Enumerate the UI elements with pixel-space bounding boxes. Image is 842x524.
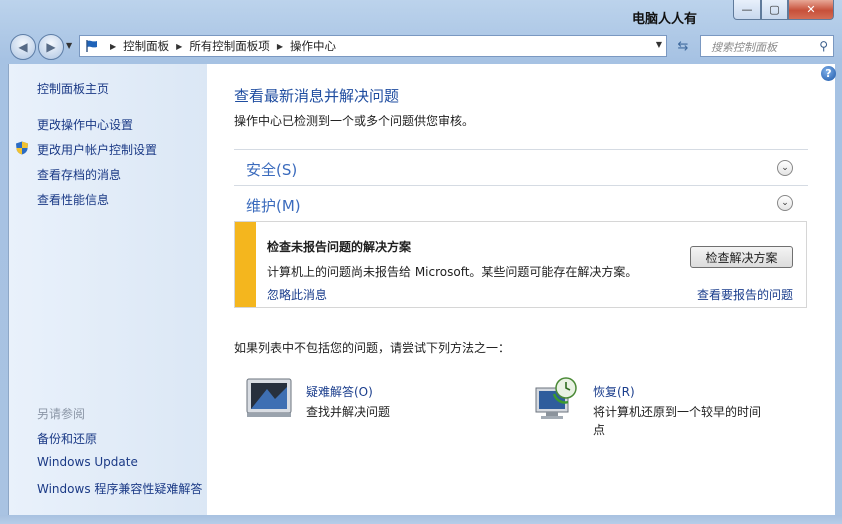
sidebar-item-home[interactable]: 控制面板主页	[37, 80, 109, 97]
sidebar-item-windows-update[interactable]: Windows Update	[37, 455, 138, 469]
troubleshooting-desc: 查找并解决问题	[306, 405, 391, 419]
view-problems-link[interactable]: 查看要报告的问题	[697, 286, 793, 303]
sidebar: 控制面板主页 更改操作中心设置 更改用户帐户控制设置 查看存档的消息 查看性能信…	[8, 64, 208, 515]
main-content: ? 查看最新消息并解决问题 操作中心已检测到一个或多个问题供您审核。 安全(S)…	[207, 64, 836, 515]
section-security[interactable]: 安全(S)	[246, 159, 297, 180]
maximize-button[interactable]: ▢	[761, 0, 788, 20]
breadcrumb-separator[interactable]: ▶	[277, 42, 283, 51]
section-maintenance[interactable]: 维护(M)	[246, 195, 301, 216]
chevron-down-icon: ⌄	[781, 198, 789, 208]
page-subtitle: 操作中心已检测到一个或多个问题供您审核。	[234, 114, 475, 128]
alert-message: 计算机上的问题尚未报告给 Microsoft。某些问题可能存在解决方案。	[267, 265, 638, 279]
page-title: 查看最新消息并解决问题	[234, 87, 400, 105]
forward-arrow-icon: ▶	[46, 40, 56, 54]
navigation-bar: ◀ ▶ ▼ ▶ 控制面板 ▶ 所有控制面板项 ▶ 操作中心 ▼ ⇆ ⚲	[0, 30, 842, 62]
forward-button[interactable]: ▶	[38, 34, 64, 60]
recovery-link[interactable]: 恢复(R)	[593, 383, 635, 400]
uac-shield-icon	[16, 141, 28, 155]
title-bar: 电脑人人有 — ▢ ✕	[0, 0, 842, 30]
check-solutions-button[interactable]: 检查解决方案	[690, 246, 793, 268]
recovery-desc: 将计算机还原到一个较早的时间点	[593, 405, 762, 437]
minimize-button[interactable]: —	[733, 0, 761, 20]
alert-title: 检查未报告问题的解决方案	[267, 240, 412, 254]
recovery-icon[interactable]	[532, 374, 580, 422]
refresh-button[interactable]: ⇆	[670, 35, 696, 57]
expand-maintenance-button[interactable]: ⌄	[777, 195, 793, 211]
sidebar-item-uac-settings[interactable]: 更改用户帐户控制设置	[37, 141, 157, 158]
ignore-message-link[interactable]: 忽略此消息	[267, 286, 327, 303]
window-bottom-border	[0, 515, 842, 524]
breadcrumb-separator[interactable]: ▶	[176, 42, 182, 51]
search-input[interactable]	[709, 37, 817, 57]
close-button[interactable]: ✕	[788, 0, 834, 20]
try-methods-text: 如果列表中不包括您的问题，请尝试下列方法之一：	[234, 341, 511, 355]
alert-severity-bar	[235, 222, 256, 307]
see-also-header: 另请参阅	[37, 407, 86, 421]
divider	[234, 185, 808, 186]
breadcrumb-action-center[interactable]: 操作中心	[290, 38, 336, 54]
sidebar-item-compat-troubleshooter[interactable]: Windows 程序兼容性疑难解答	[37, 480, 202, 497]
help-icon[interactable]: ?	[821, 66, 836, 81]
search-box[interactable]: ⚲	[700, 35, 834, 57]
breadcrumb-separator[interactable]: ▶	[110, 42, 116, 51]
sidebar-item-change-settings[interactable]: 更改操作中心设置	[37, 116, 133, 133]
divider	[234, 149, 808, 150]
troubleshoot-icon[interactable]	[245, 375, 293, 419]
sidebar-item-performance-info[interactable]: 查看性能信息	[37, 191, 109, 208]
refresh-icon: ⇆	[677, 38, 689, 54]
sidebar-item-archived-messages[interactable]: 查看存档的消息	[37, 166, 121, 183]
back-button[interactable]: ◀	[10, 34, 36, 60]
address-bar[interactable]: ▶ 控制面板 ▶ 所有控制面板项 ▶ 操作中心 ▼	[79, 35, 667, 57]
address-dropdown-icon[interactable]: ▼	[656, 40, 662, 49]
back-arrow-icon: ◀	[18, 40, 28, 54]
maintenance-alert: 检查未报告问题的解决方案 计算机上的问题尚未报告给 Microsoft。某些问题…	[234, 221, 807, 308]
window-controls: — ▢ ✕	[733, 0, 834, 20]
sidebar-item-backup-restore[interactable]: 备份和还原	[37, 430, 97, 447]
window-title: 电脑人人有	[632, 12, 698, 27]
action-center-flag-icon	[86, 40, 97, 52]
breadcrumb-all-items[interactable]: 所有控制面板项	[189, 38, 270, 54]
troubleshooting-link[interactable]: 疑难解答(O)	[306, 383, 373, 400]
search-icon[interactable]: ⚲	[819, 39, 828, 53]
recent-pages-dropdown[interactable]: ▼	[66, 41, 72, 50]
chevron-down-icon: ⌄	[781, 163, 789, 173]
breadcrumb-control-panel[interactable]: 控制面板	[123, 38, 169, 54]
expand-security-button[interactable]: ⌄	[777, 160, 793, 176]
